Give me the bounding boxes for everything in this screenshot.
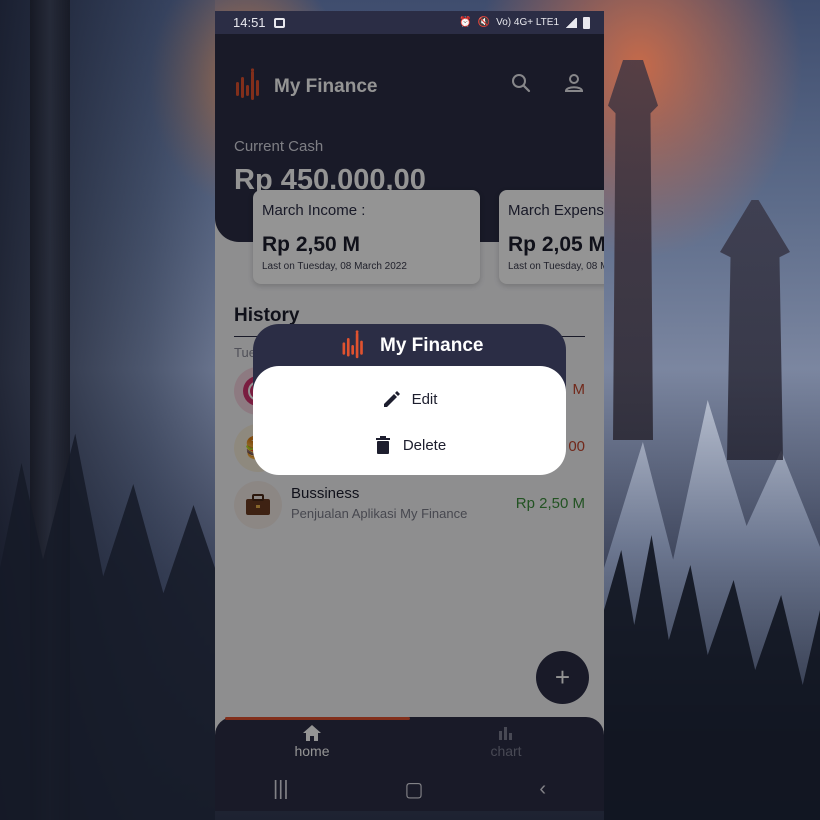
status-indicators: ⏰ 🔇 Vo) 4G+ LTE1 <box>459 16 590 29</box>
edit-label: Edit <box>411 390 438 408</box>
edit-button[interactable]: Edit <box>253 382 566 416</box>
dialog-menu: Edit Delete <box>253 366 566 475</box>
notification-icon <box>273 17 285 28</box>
delete-button[interactable]: Delete <box>253 428 566 462</box>
phone-screen: 14:51 ⏰ 🔇 Vo) 4G+ LTE1 My Finance Curren… <box>215 11 604 811</box>
app-logo-icon <box>342 330 363 359</box>
battery-icon <box>583 16 590 29</box>
delete-label: Delete <box>402 436 447 454</box>
trash-icon <box>375 436 390 454</box>
network-label: Vo) 4G+ LTE1 <box>496 17 559 28</box>
dialog-title: My Finance <box>380 335 484 356</box>
signal-icon <box>565 17 577 28</box>
pencil-icon <box>383 391 400 407</box>
background-tower-2 <box>720 200 790 460</box>
alarm-icon: ⏰ <box>459 17 472 28</box>
status-time: 14:51 <box>233 15 266 30</box>
mute-icon: 🔇 <box>477 17 491 28</box>
status-bar: 14:51 ⏰ 🔇 Vo) 4G+ LTE1 <box>215 11 604 34</box>
background-tower <box>608 60 658 440</box>
